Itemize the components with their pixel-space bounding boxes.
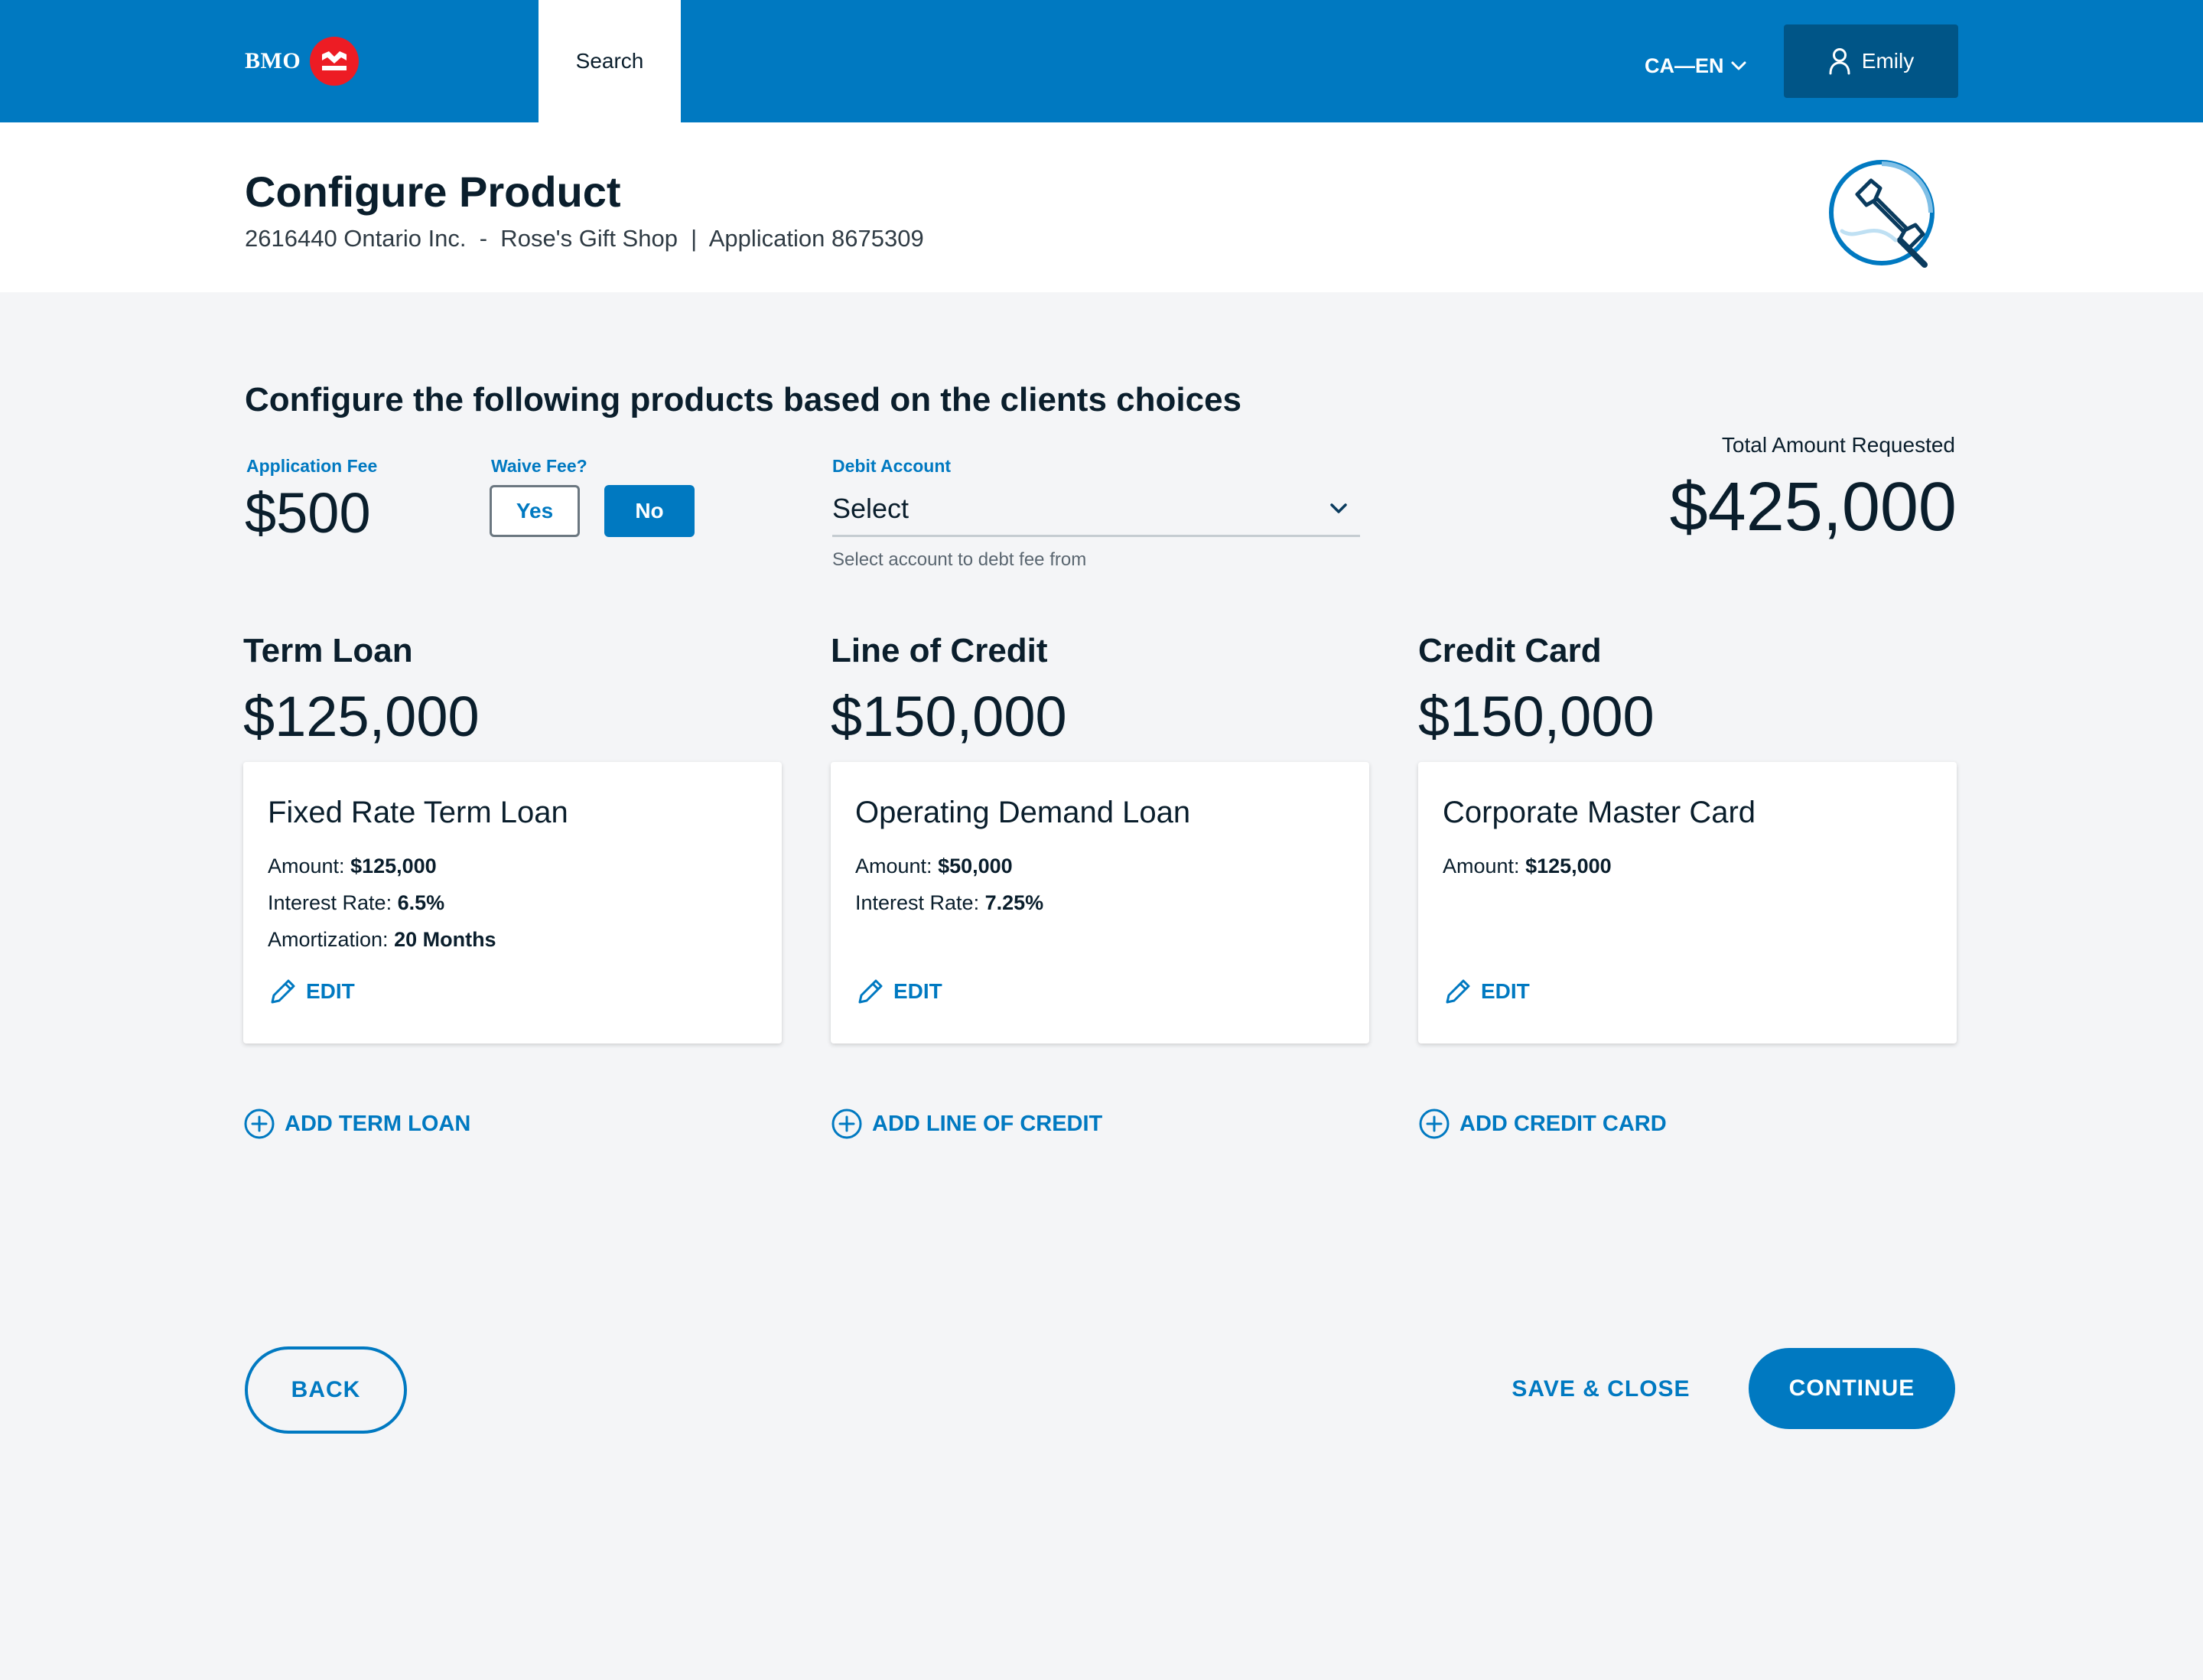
product-column-term-loan: Term Loan $125,000 Fixed Rate Term Loan … [243, 632, 782, 1139]
product-column-credit-card: Credit Card $150,000 Corporate Master Ca… [1418, 632, 1957, 1139]
plus-circle-icon [831, 1109, 862, 1139]
debit-account-label: Debit Account [832, 456, 952, 476]
edit-term-loan-button[interactable]: EDIT [268, 975, 355, 1008]
page-title: Configure Product [245, 168, 621, 216]
section-title: Configure the following products based o… [245, 381, 1242, 418]
top-navigation-bar: BMO Search CA—EN Emily [0, 0, 2203, 122]
wrench-gear-icon [1829, 160, 1935, 268]
pencil-icon [271, 979, 295, 1004]
detail-amount: Amount: $50,000 [855, 855, 1013, 877]
back-button[interactable]: BACK [245, 1346, 407, 1434]
product-amount: $150,000 [1418, 685, 1655, 748]
logo-wordmark: BMO [245, 48, 301, 73]
save-and-close-button[interactable]: SAVE & CLOSE [1499, 1366, 1703, 1412]
product-card-name: Operating Demand Loan [855, 796, 1191, 829]
user-icon [1829, 48, 1850, 75]
product-amount: $150,000 [831, 685, 1067, 748]
add-term-loan-button[interactable]: ADD TERM LOAN [243, 1106, 470, 1141]
edit-line-of-credit-button[interactable]: EDIT [855, 975, 942, 1008]
product-card-details: Amount: $50,000 Interest Rate: 7.25% [855, 848, 1043, 921]
product-title: Credit Card [1418, 632, 1602, 669]
application-fee-label: Application Fee [246, 456, 378, 476]
product-title: Line of Credit [831, 632, 1048, 669]
search-tab[interactable]: Search [539, 0, 681, 122]
application-breadcrumb: 2616440 Ontario Inc. - Rose's Gift Shop … [245, 225, 924, 252]
add-label: ADD TERM LOAN [285, 1111, 471, 1136]
product-card: Corporate Master Card Amount: $125,000 E… [1418, 762, 1957, 1043]
detail-interest-rate: Interest Rate: 6.5% [268, 891, 445, 914]
edit-label: EDIT [1481, 979, 1530, 1003]
product-amount: $125,000 [243, 685, 480, 748]
detail-amount: Amount: $125,000 [1443, 855, 1612, 877]
add-label: ADD LINE OF CREDIT [872, 1111, 1103, 1136]
debit-account-helper-text: Select account to debt fee from [832, 549, 1087, 570]
detail-amount: Amount: $125,000 [268, 855, 437, 877]
language-selector[interactable]: CA—EN [1645, 47, 1747, 84]
bmo-roundel-icon [310, 37, 360, 86]
plus-circle-icon [1419, 1109, 1450, 1139]
product-column-line-of-credit: Line of Credit $150,000 Operating Demand… [831, 632, 1369, 1139]
user-menu-button[interactable]: Emily [1784, 24, 1958, 98]
waive-fee-yes-button[interactable]: Yes [490, 485, 580, 537]
detail-interest-rate: Interest Rate: 7.25% [855, 891, 1044, 914]
chevron-down-icon [1330, 503, 1347, 513]
bmo-logo[interactable]: BMO [245, 37, 360, 86]
continue-button[interactable]: CONTINUE [1749, 1348, 1955, 1429]
detail-amortization: Amortization: 20 Months [268, 928, 496, 951]
edit-label: EDIT [306, 979, 355, 1003]
product-card-details: Amount: $125,000 Interest Rate: 6.5% Amo… [268, 848, 496, 958]
pencil-icon [1446, 979, 1470, 1004]
add-label: ADD CREDIT CARD [1459, 1111, 1667, 1136]
total-amount-value: $425,000 [1669, 469, 1957, 545]
product-card: Fixed Rate Term Loan Amount: $125,000 In… [243, 762, 782, 1043]
edit-credit-card-button[interactable]: EDIT [1443, 975, 1530, 1008]
edit-label: EDIT [893, 979, 942, 1003]
application-fee-value: $500 [245, 481, 371, 545]
waive-fee-no-button[interactable]: No [604, 485, 695, 537]
product-title: Term Loan [243, 632, 413, 669]
product-card-name: Corporate Master Card [1443, 796, 1756, 829]
pencil-icon [858, 979, 883, 1004]
product-card-details: Amount: $125,000 [1443, 848, 1612, 884]
language-label: CA—EN [1645, 54, 1724, 77]
add-credit-card-button[interactable]: ADD CREDIT CARD [1418, 1106, 1667, 1141]
debit-account-value: Select [832, 492, 910, 524]
chevron-down-icon [1731, 61, 1746, 70]
add-line-of-credit-button[interactable]: ADD LINE OF CREDIT [831, 1106, 1102, 1141]
user-name: Emily [1861, 49, 1915, 73]
product-card-name: Fixed Rate Term Loan [268, 796, 568, 829]
page-header: Configure Product 2616440 Ontario Inc. -… [0, 122, 2203, 292]
debit-account-select[interactable]: Select [832, 482, 1360, 537]
total-amount-label: Total Amount Requested [1721, 433, 1955, 457]
plus-circle-icon [244, 1109, 275, 1139]
waive-fee-label: Waive Fee? [491, 456, 587, 476]
product-card: Operating Demand Loan Amount: $50,000 In… [831, 762, 1369, 1043]
